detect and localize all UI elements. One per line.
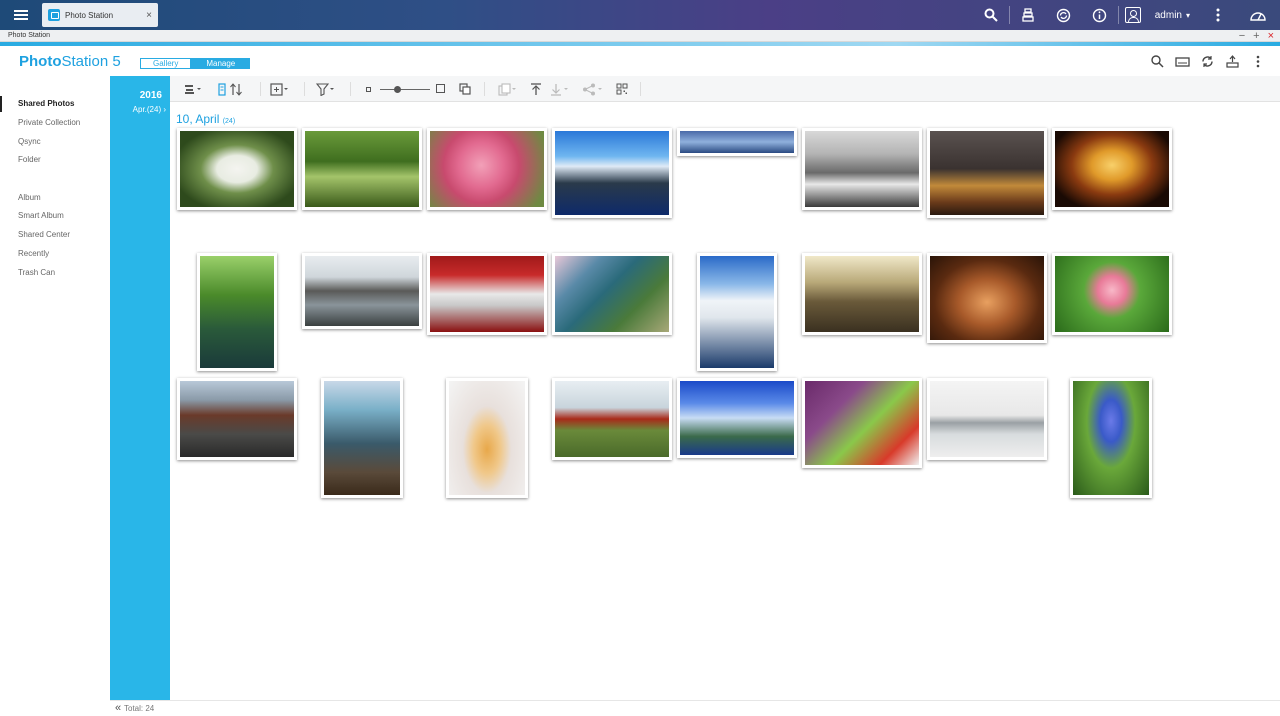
create-album-icon[interactable] (270, 82, 290, 96)
photo-thumbnail-carousel-night[interactable] (1052, 128, 1172, 210)
sidebar-item-shared-center[interactable]: Shared Center (0, 227, 110, 243)
search-icon[interactable] (1149, 53, 1166, 70)
collapse-panel-icon[interactable]: « (115, 702, 121, 714)
photo-thumbnail-waves-on-rocks[interactable] (802, 128, 922, 210)
sort-direction-icon[interactable] (218, 82, 244, 96)
sort-options-icon[interactable] (184, 82, 202, 96)
sidebar-item-trash-can[interactable]: Trash Can (0, 265, 110, 281)
photo-thumbnail-misty-pier[interactable] (927, 378, 1047, 460)
photo-thumbnail-grilled-vegetables[interactable] (802, 378, 922, 468)
photo-station-app-icon (48, 9, 60, 21)
more-options-icon[interactable] (1200, 0, 1236, 30)
photo-thumbnail-red-tractor-field[interactable] (552, 378, 672, 460)
close-tab-icon[interactable]: × (146, 10, 152, 21)
divider (484, 82, 485, 96)
photo-thumbnail-ocean-horizon[interactable] (677, 128, 797, 156)
maximize-button[interactable]: + (1253, 30, 1259, 42)
divider (260, 82, 261, 96)
app-header: PhotoStation 5 Gallery Manage (0, 46, 1280, 76)
main-menu-icon[interactable] (0, 0, 42, 30)
photo-thumbnail-blue-agapanthus[interactable] (1070, 378, 1152, 498)
window-title-bar[interactable]: Photo Station − + × (0, 30, 1280, 42)
photo-thumbnail-heart-shaped-reef[interactable] (552, 253, 672, 335)
sidebar-item-recently[interactable]: Recently (0, 246, 110, 262)
date-group-count: (24) (222, 118, 236, 125)
search-icon[interactable] (973, 0, 1009, 30)
photo-thumbnail-plated-food[interactable] (927, 253, 1047, 343)
status-footer: « Total: 24 (110, 700, 1280, 716)
divider (640, 82, 641, 96)
minimize-button[interactable]: − (1239, 30, 1245, 42)
background-tasks-icon[interactable] (1224, 53, 1241, 70)
photo-thumbnail-pink-rose[interactable] (1052, 253, 1172, 335)
upload-icon[interactable] (530, 82, 542, 96)
copy-to-album-icon[interactable] (498, 82, 518, 96)
photo-thumbnail-ice-cream-cone[interactable] (446, 378, 528, 498)
photo-thumbnail-race-car[interactable] (427, 253, 547, 335)
chevron-down-icon: ▾ (1185, 10, 1190, 20)
mode-manage-button[interactable]: Manage (191, 58, 251, 69)
background-tasks-icon[interactable] (1010, 0, 1046, 30)
timeline-year[interactable]: 2016 (140, 90, 162, 101)
window-title: Photo Station (8, 32, 51, 39)
date-group-label: 10, April (176, 112, 220, 126)
close-window-button[interactable]: × (1268, 30, 1274, 42)
app-tab-label: Photo Station (65, 10, 114, 20)
logo-bold: Photo (19, 53, 62, 70)
photo-thumbnail-brick-warehouses-canal[interactable] (177, 378, 297, 460)
info-icon[interactable] (1082, 0, 1118, 30)
thumbnail-small-icon[interactable] (366, 87, 371, 92)
sync-status-icon[interactable] (1046, 0, 1082, 30)
sidebar-item-album[interactable]: Album (0, 190, 110, 206)
sidebar-item-qsync[interactable]: Qsync (0, 134, 110, 150)
qr-code-icon[interactable] (616, 82, 628, 96)
divider (304, 82, 305, 96)
user-menu[interactable]: admin ▾ (1119, 7, 1200, 23)
photo-thumbnail-rainy-window-city[interactable] (927, 128, 1047, 218)
divider (350, 82, 351, 96)
photo-thumbnail-forest-stream[interactable] (197, 253, 277, 371)
mode-gallery-button[interactable]: Gallery (140, 58, 192, 69)
sidebar-item-private-collection[interactable]: Private Collection (0, 115, 110, 131)
sidebar-item-shared-photos[interactable]: Shared Photos (0, 96, 110, 112)
download-icon[interactable] (550, 82, 570, 96)
user-avatar-icon (1124, 7, 1141, 23)
photo-thumbnail-canal-warehouses[interactable] (302, 253, 422, 329)
photo-thumbnail-green-trees-reflection[interactable] (302, 128, 422, 210)
logo-rest: Station 5 (61, 53, 121, 70)
toolbar (170, 76, 1280, 102)
slideshow-icon[interactable] (1174, 53, 1191, 70)
photo-thumbnail-overwater-bungalows[interactable] (552, 128, 672, 218)
total-count: Total: 24 (124, 704, 155, 713)
photo-thumbnail-blue-sky-cliffs[interactable] (677, 378, 797, 458)
refresh-icon[interactable] (1199, 53, 1216, 70)
slider-handle[interactable] (394, 86, 401, 93)
photo-thumbnail-pink-blossoms[interactable] (427, 128, 547, 210)
date-group-heading: 10, April (24) (176, 112, 235, 126)
dashboard-gauge-icon[interactable] (1236, 0, 1280, 30)
os-taskbar: Photo Station × admin ▾ (0, 0, 1280, 30)
sidebar-item-folder[interactable]: Folder (0, 152, 110, 168)
thumbnail-size-slider[interactable] (380, 89, 430, 90)
sidebar-item-smart-album[interactable]: Smart Album (0, 208, 110, 224)
photo-thumbnail-white-flower[interactable] (177, 128, 297, 210)
thumbnail-large-icon[interactable] (436, 84, 445, 93)
username: admin (1154, 9, 1182, 21)
photo-thumbnail-yacht-harbor[interactable] (697, 253, 777, 371)
app-tab-photo-station[interactable]: Photo Station × (42, 3, 158, 27)
filter-icon[interactable] (316, 82, 336, 96)
more-options-icon[interactable] (1249, 53, 1266, 70)
share-icon[interactable] (582, 82, 604, 96)
photo-thumbnail-long-exposure-rocks[interactable] (321, 378, 403, 498)
photo-thumbnail-street-sunset[interactable] (802, 253, 922, 335)
timeline-bar: 2016 Apr.(24) › (110, 76, 170, 700)
mode-switch: Gallery Manage (140, 58, 251, 69)
photostation-logo: PhotoStation 5 (19, 53, 121, 70)
display-mode-icon[interactable] (459, 82, 471, 96)
timeline-month[interactable]: Apr.(24) › (133, 105, 166, 114)
sidebar: Shared Photos Private Collection Qsync F… (0, 76, 110, 716)
